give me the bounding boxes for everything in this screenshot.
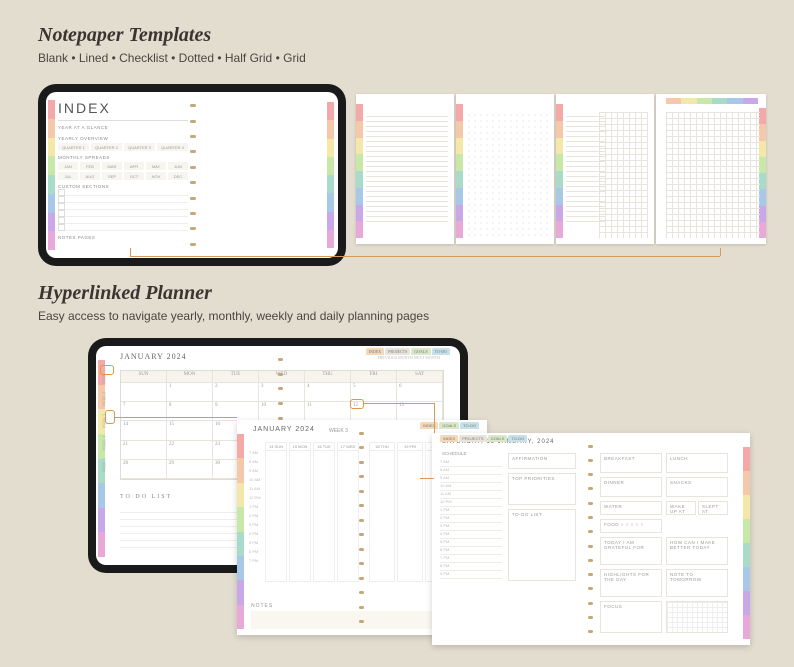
dtab-projects[interactable]: PROJECTS [459, 435, 486, 442]
daily-schedule-label: SCHEDULE [442, 451, 467, 456]
daily-grid [666, 601, 728, 633]
daily-snacks: SNACKS [666, 477, 728, 497]
thumb-dotted [456, 94, 554, 244]
index-overview: YEARLY OVERVIEW [58, 136, 188, 141]
index-page: INDEX YEAR AT A GLANCE YEARLY OVERVIEW Q… [58, 96, 188, 254]
daily-highlight: HIGHLIGHTS FOR THE DAY [600, 569, 662, 597]
daily-affirmation: AFFIRMATION [508, 453, 576, 469]
q4: QUARTER 4 [157, 143, 188, 151]
daily-dinner: DINNER [600, 477, 662, 497]
thumb-grid [656, 94, 766, 244]
q2: QUARTER 2 [91, 143, 122, 151]
tab-todo[interactable]: TO-DO [432, 348, 450, 355]
tablet-notepaper: INDEX YEAR AT A GLANCE YEARLY OVERVIEW Q… [38, 84, 346, 266]
weekly-subtitle: WEEK 3 [329, 428, 348, 434]
tab-goals[interactable]: GOALS [411, 348, 430, 355]
daily-todo: TO-DO LIST [508, 509, 576, 581]
index-monthly: MONTHLY SPREADS [58, 155, 188, 160]
planner-subtitle: Easy access to navigate yearly, monthly,… [38, 309, 429, 323]
highlight-week-tab [105, 410, 115, 424]
todo-heading: TO DO LIST [120, 494, 172, 500]
daily-tomorrow: NOTE TO TOMORROW [666, 569, 728, 597]
dtab-todo[interactable]: TO-DO [508, 435, 527, 442]
daily-sleep: SLEPT AT [698, 501, 728, 515]
notepaper-subtitle: Blank • Lined • Checklist • Dotted • Hal… [38, 51, 306, 65]
daily-water: WATER [600, 501, 662, 515]
dtab-goals[interactable]: GOALS [488, 435, 508, 442]
wtab-todo[interactable]: TO-DO [460, 422, 479, 429]
weekly-notes-label: NOTES [251, 603, 273, 609]
highlight-day-13 [350, 399, 364, 409]
wtab-goals[interactable]: GOALS [439, 422, 459, 429]
index-year: YEAR AT A GLANCE [58, 125, 188, 130]
daily-lunch: LUNCH [666, 453, 728, 473]
daily-priorities: TOP PRIORITIES [508, 473, 576, 505]
daily-grateful: TODAY I AM GRATEFUL FOR [600, 537, 662, 565]
index-notes: NOTES PAGES [58, 235, 188, 240]
tab-index[interactable]: INDEX [366, 348, 384, 355]
thumb-halfgrid [556, 94, 654, 244]
daily-wake: WAKE UP AT [666, 501, 696, 515]
q3: QUARTER 3 [124, 143, 155, 151]
q1: QUARTER 1 [58, 143, 89, 151]
daily-food: FOOD ○ ○ ○ ○ ○ [600, 519, 662, 533]
daily-focus: FOCUS [600, 601, 662, 633]
month-nav[interactable]: PREVIOUS MONTH NEXT MONTH [378, 355, 440, 360]
daily-better: HOW CAN I MAKE BETTER TODAY [666, 537, 728, 565]
planner-title: Hyperlinked Planner [38, 282, 429, 305]
wtab-index[interactable]: INDEX [420, 422, 438, 429]
index-heading: INDEX [58, 96, 188, 121]
notepaper-title: Notepaper Templates [38, 24, 306, 47]
tab-projects[interactable]: PROJECTS [385, 348, 410, 355]
dtab-index[interactable]: INDEX [440, 435, 458, 442]
daily-breakfast: BREAKFAST [600, 453, 662, 473]
highlight-month-tab [100, 365, 114, 375]
thumb-lined [356, 94, 454, 244]
daily-page: INDEX PROJECTS GOALS TO-DO SATURDAY, 13 … [432, 433, 750, 645]
